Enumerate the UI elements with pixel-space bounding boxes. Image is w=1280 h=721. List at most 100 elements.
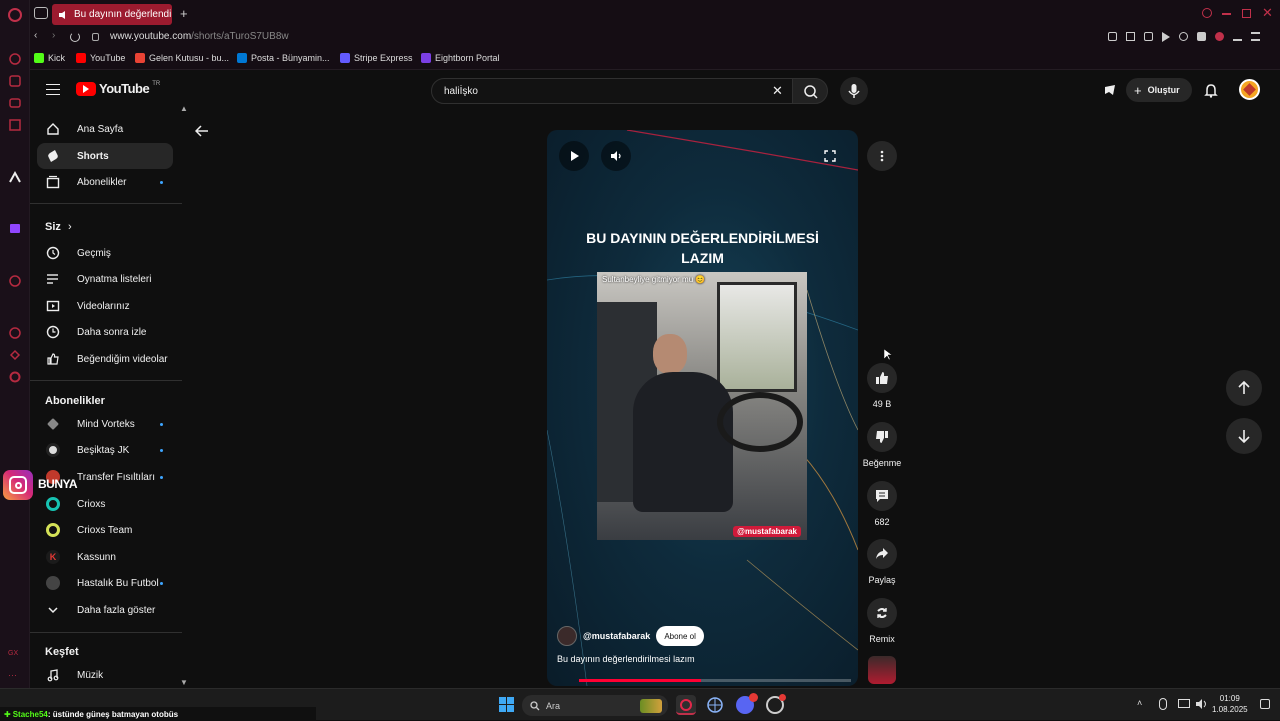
sidebar-item-home[interactable]: Ana Sayfa xyxy=(37,116,173,142)
maximize-button[interactable] xyxy=(1242,9,1251,18)
comments-button[interactable]: 682 xyxy=(867,481,897,527)
forward-icon[interactable]: › xyxy=(52,30,55,41)
like-button[interactable]: 49 B xyxy=(867,363,897,409)
back-icon[interactable]: ‹ xyxy=(34,30,37,41)
next-short-button[interactable] xyxy=(1226,418,1262,454)
snapshot-icon[interactable] xyxy=(1126,32,1135,41)
search-button[interactable] xyxy=(792,78,828,104)
download-icon[interactable] xyxy=(1233,32,1242,41)
channel-avatar[interactable] xyxy=(557,626,577,646)
remix-label: Remix xyxy=(869,634,895,644)
taskbar-search[interactable]: Ara xyxy=(522,695,668,716)
shorts-player[interactable]: BU DAYININ DEĞERLENDİRİLMESİ LAZIM Sulta… xyxy=(547,130,858,686)
tab-islands-icon[interactable] xyxy=(34,7,48,19)
mic-tray-icon[interactable] xyxy=(1159,698,1167,710)
ai-chat-icon[interactable] xyxy=(1103,83,1117,97)
taskbar-app-network[interactable] xyxy=(706,696,724,714)
progress-bar[interactable] xyxy=(579,679,851,682)
start-button[interactable] xyxy=(499,697,514,712)
subscription-item[interactable]: K Kassunn xyxy=(37,544,173,570)
tray-overflow-icon[interactable]: ˄ xyxy=(1137,698,1142,708)
close-window-button[interactable]: ✕ xyxy=(1262,5,1273,21)
gx-icon[interactable]: GX xyxy=(8,650,22,664)
subscription-item[interactable]: Beşiktaş JK xyxy=(37,437,173,463)
you-section-heading[interactable]: Siz › xyxy=(45,221,72,233)
mail-icon[interactable] xyxy=(8,118,22,132)
bookmark-kick[interactable]: Kick xyxy=(34,53,65,63)
speed-dial-icon[interactable] xyxy=(8,52,22,66)
taskbar-opera-gx[interactable] xyxy=(676,695,696,715)
network-tray-icon[interactable] xyxy=(1178,699,1190,708)
more-options-button[interactable] xyxy=(867,141,897,171)
subscription-item[interactable]: Hastalık Bu Futbol xyxy=(37,570,173,596)
subscription-item[interactable]: Mind Vorteks xyxy=(37,411,173,437)
back-arrow-icon[interactable] xyxy=(195,125,209,137)
reload-icon[interactable] xyxy=(70,32,80,42)
play-button[interactable] xyxy=(559,141,589,171)
clock-time: 01:09 xyxy=(1219,694,1240,703)
player-icon[interactable] xyxy=(8,274,22,288)
heart-icon[interactable] xyxy=(1179,32,1188,41)
bookmark-youtube[interactable]: YouTube xyxy=(76,53,125,63)
volume-icon xyxy=(611,151,621,161)
sidebar-item-playlists[interactable]: Oynatma listeleri xyxy=(37,266,173,292)
pin-icon[interactable] xyxy=(1108,32,1117,41)
sidebar-item-liked-videos[interactable]: Beğendiğim videolar xyxy=(37,346,173,372)
play-extension-icon[interactable] xyxy=(1162,32,1170,42)
search-tabs-icon[interactable] xyxy=(1202,8,1212,18)
bookmark-outlook[interactable]: Posta - Bünyamin... xyxy=(237,53,330,63)
new-tab-button[interactable]: + xyxy=(180,6,188,21)
vpn-icon[interactable] xyxy=(1144,32,1153,41)
share-icon xyxy=(867,539,897,569)
remix-button[interactable]: Remix xyxy=(867,598,897,644)
channel-name[interactable]: @mustafabarak xyxy=(583,631,650,641)
taskbar-app-obs[interactable] xyxy=(766,694,786,714)
easy-setup-icon[interactable] xyxy=(1251,32,1260,41)
url-field[interactable]: www.youtube.com/shorts/aTuroS7UB8w xyxy=(110,31,289,42)
sound-thumbnail[interactable] xyxy=(868,656,896,684)
kick-icon[interactable] xyxy=(8,170,22,184)
show-more-button[interactable]: Daha fazla göster xyxy=(37,597,173,623)
aria-icon[interactable] xyxy=(8,74,22,88)
notifications-icon[interactable] xyxy=(1204,83,1218,98)
clear-search-icon[interactable]: ✕ xyxy=(772,83,783,99)
twitch-icon[interactable] xyxy=(8,222,22,236)
sidebar-item-your-videos[interactable]: Videolarınız xyxy=(37,293,173,319)
messenger-icon[interactable] xyxy=(8,96,22,110)
share-button[interactable]: Paylaş xyxy=(867,539,897,585)
scroll-down-arrow[interactable]: ▼ xyxy=(180,678,188,687)
dislike-button[interactable]: Beğenme xyxy=(863,422,901,468)
sidebar-item-shorts[interactable]: Shorts xyxy=(37,143,173,169)
bookmark-gmail[interactable]: Gelen Kutusu - bu... xyxy=(135,53,229,63)
puzzle-icon[interactable] xyxy=(1197,32,1206,41)
extensions-rail-icon[interactable] xyxy=(8,348,22,362)
taskbar-discord[interactable] xyxy=(736,693,758,714)
mute-button[interactable] xyxy=(601,141,631,171)
sidebar-item-watch-later[interactable]: Daha sonra izle xyxy=(37,319,173,345)
previous-short-button[interactable] xyxy=(1226,370,1262,406)
search-input[interactable]: haliİşko xyxy=(431,78,797,104)
sidebar-item-music[interactable]: Müzik xyxy=(37,662,173,688)
fullscreen-icon[interactable] xyxy=(824,150,836,162)
scroll-up-arrow[interactable]: ▲ xyxy=(180,104,188,113)
create-button[interactable]: + Oluştur xyxy=(1126,78,1192,102)
bookmark-stripe[interactable]: Stripe Express xyxy=(340,53,413,63)
subscription-item[interactable]: Crioxs xyxy=(37,491,173,517)
sidebar-item-history[interactable]: Geçmiş xyxy=(37,240,173,266)
profile-icon[interactable] xyxy=(1215,32,1224,41)
account-avatar[interactable] xyxy=(1239,79,1260,100)
active-tab[interactable]: Bu dayının değerlendi xyxy=(52,4,172,25)
volume-tray-icon[interactable] xyxy=(1195,698,1207,710)
history-rail-icon[interactable] xyxy=(8,326,22,340)
system-clock[interactable]: 01:09 1.08.2025 xyxy=(1212,693,1248,715)
bookmark-eightborn[interactable]: Eightborn Portal xyxy=(421,53,500,63)
subscription-item[interactable]: Crioxs Team xyxy=(37,517,173,543)
voice-search-button[interactable] xyxy=(840,77,868,105)
sidebar-item-subscriptions[interactable]: Abonelikler xyxy=(37,169,173,195)
settings-rail-icon[interactable] xyxy=(8,370,22,384)
opera-logo-icon[interactable] xyxy=(8,8,22,22)
more-rail-icon[interactable]: ··· xyxy=(8,670,22,684)
notification-center-icon[interactable] xyxy=(1260,699,1270,709)
minimize-button[interactable] xyxy=(1222,13,1231,15)
subscribe-button[interactable]: Abone ol xyxy=(656,626,704,646)
